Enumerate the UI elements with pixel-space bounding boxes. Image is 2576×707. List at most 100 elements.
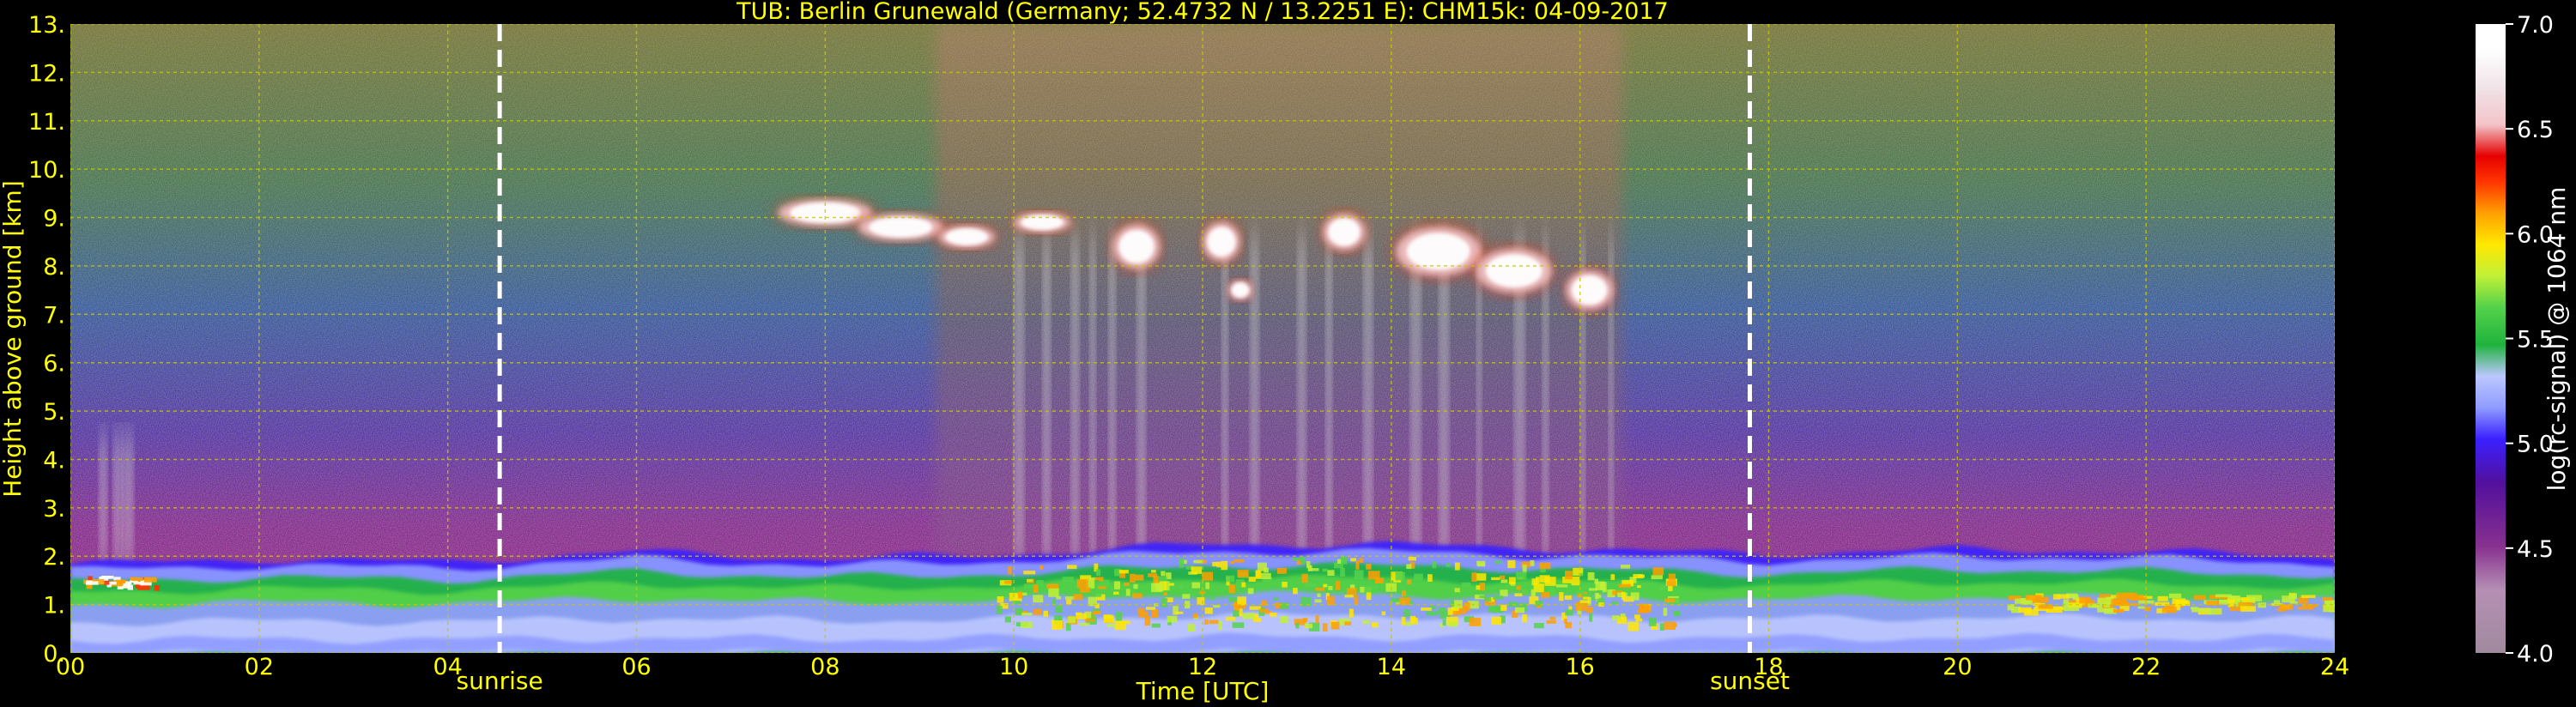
x-tick-label: 02: [245, 654, 274, 680]
convective-speckle: [1033, 595, 1044, 603]
signal-streak: [98, 435, 108, 566]
convective-speckle: [1586, 607, 1594, 613]
convective-speckle: [1103, 614, 1110, 619]
convective-speckle: [1151, 623, 1161, 628]
convective-speckle: [1508, 577, 1516, 585]
convective-speckle: [1507, 559, 1516, 569]
chart: TUB: Berlin Grunewald (Germany; 52.4732 …: [0, 0, 2571, 705]
convective-speckle: [1588, 588, 1597, 591]
convective-speckle: [1668, 573, 1676, 581]
convective-speckle: [1174, 611, 1184, 614]
convective-speckle: [1232, 622, 1245, 628]
convective-speckle: [1033, 584, 1039, 593]
convective-speckle: [1372, 622, 1379, 628]
convective-speckle: [1095, 593, 1102, 597]
sunset-label: sunset: [1710, 667, 1790, 695]
convective-speckle: [1322, 623, 1328, 632]
colorbar-tick-label: 7.0: [2517, 12, 2554, 39]
evening-layer-speckle: [2206, 607, 2222, 615]
convective-speckle: [1366, 564, 1372, 570]
cloud-core: [945, 228, 988, 245]
convective-speckle: [1148, 573, 1158, 577]
convective-speckle: [1073, 594, 1083, 601]
convective-speckle: [1335, 581, 1341, 590]
convective-speckle: [1039, 565, 1044, 570]
night-layer-speckle: [85, 581, 99, 585]
convective-speckle: [1114, 581, 1120, 589]
convective-speckle: [1635, 618, 1643, 622]
x-tick-label: 06: [621, 654, 651, 680]
colorbar-tick-label: 4.5: [2517, 536, 2554, 563]
convective-speckle: [1212, 561, 1218, 567]
night-layer-speckle: [115, 579, 126, 584]
evening-layer-speckle: [2137, 606, 2145, 609]
convective-speckle: [1494, 560, 1502, 565]
y-tick-label: 3.: [43, 496, 65, 523]
convective-speckle: [1068, 616, 1076, 624]
convective-speckle: [1361, 620, 1370, 625]
convective-speckle: [1273, 597, 1279, 601]
convective-speckle: [1033, 608, 1042, 615]
convective-speckle: [1530, 560, 1535, 566]
evening-layer-speckle: [2276, 608, 2286, 612]
convective-speckle: [1401, 590, 1407, 596]
convective-speckle: [1403, 609, 1410, 617]
convective-speckle: [1131, 593, 1143, 599]
convective-speckle: [1549, 616, 1556, 620]
convective-speckle: [1583, 596, 1591, 600]
convective-speckle: [1158, 577, 1167, 583]
convective-speckle: [1516, 585, 1521, 590]
convective-speckle: [1167, 615, 1178, 623]
convective-speckle: [1539, 562, 1551, 570]
signal-streak: [1042, 237, 1052, 566]
x-tick-label: 22: [2131, 654, 2161, 680]
convective-speckle: [1052, 620, 1063, 630]
convective-speckle: [1401, 616, 1406, 625]
convective-speckle: [1664, 621, 1676, 631]
convective-speckle: [1169, 583, 1174, 586]
convective-speckle: [1242, 613, 1255, 619]
convective-speckle: [1323, 583, 1328, 588]
evening-layer-speckle: [2055, 607, 2065, 610]
convective-speckle: [1447, 607, 1453, 615]
evening-layer-speckle: [2025, 595, 2043, 601]
convective-speckle: [1563, 619, 1567, 624]
colorbar-label: log(rc-signal) @ 1064 nm: [2543, 187, 2571, 492]
signal-streak: [1362, 237, 1373, 566]
convective-speckle: [1637, 609, 1647, 613]
convective-speckle: [1204, 619, 1209, 625]
signal-streak: [1014, 237, 1025, 566]
night-layer-speckle: [143, 577, 157, 583]
convective-speckle: [1344, 621, 1352, 625]
convective-speckle: [1346, 588, 1357, 595]
convective-speckle: [1179, 584, 1183, 589]
evening-layer-speckle: [2191, 607, 2198, 610]
convective-speckle: [1537, 605, 1542, 608]
convective-speckle: [1673, 610, 1681, 617]
convective-speckle: [1237, 570, 1249, 577]
convective-speckle: [1575, 601, 1588, 611]
convective-speckle: [1191, 582, 1200, 589]
convective-speckle: [1067, 565, 1077, 570]
convective-speckle: [1549, 588, 1555, 596]
convective-speckle: [1023, 571, 1036, 575]
convective-speckle: [1144, 616, 1151, 626]
convective-speckle: [1182, 594, 1191, 599]
convective-speckle: [1612, 615, 1620, 620]
convective-speckle: [1522, 565, 1527, 573]
convective-speckle: [1328, 585, 1333, 590]
convective-speckle: [1381, 611, 1386, 616]
convective-speckle: [1027, 579, 1033, 583]
signal-streak: [112, 435, 123, 566]
convective-speckle: [1145, 607, 1156, 610]
convective-speckle: [1427, 574, 1433, 582]
convective-speckle: [1651, 575, 1663, 580]
convective-speckle: [1610, 574, 1615, 580]
convective-speckle: [1095, 569, 1101, 577]
convective-speckle: [1461, 582, 1471, 588]
evening-layer-speckle: [2116, 592, 2133, 600]
x-tick-label: 20: [1943, 654, 1972, 680]
convective-speckle: [1021, 613, 1033, 616]
convective-speckle: [1293, 588, 1298, 595]
night-layer-speckle: [154, 584, 161, 591]
